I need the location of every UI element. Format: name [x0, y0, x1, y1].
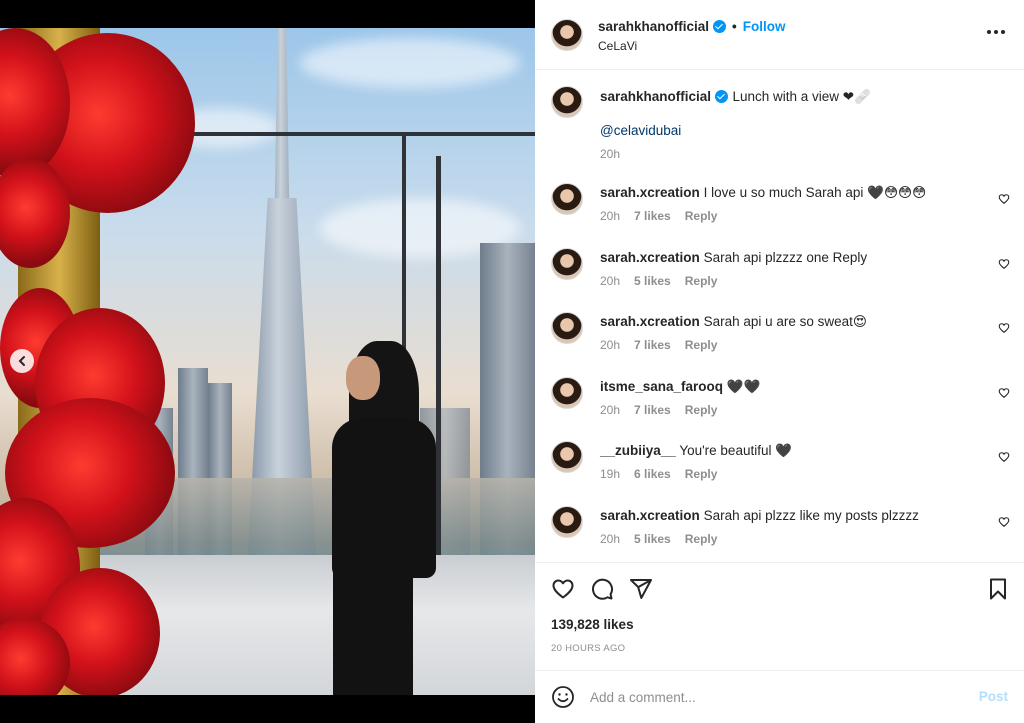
comment-text: 🖤🖤: [726, 378, 761, 394]
author-username[interactable]: sarahkhanofficial: [598, 19, 709, 34]
caption-line: sarahkhanofficial Lunch with a view ❤︎‍🩹: [600, 88, 871, 106]
comment-row: itsme_sana_farooq 🖤🖤 20h 7 likes Reply: [535, 376, 1024, 437]
post-header: sarahkhanofficial • Follow CeLaVi: [535, 0, 1024, 70]
commenter-username[interactable]: sarah.xcreation: [600, 250, 700, 265]
reply-button[interactable]: Reply: [685, 338, 718, 352]
person-legs: [333, 548, 413, 695]
post-photo[interactable]: [0, 28, 535, 695]
comment-text: Sarah api u are so sweat😍: [703, 314, 867, 330]
comment-heart-icon[interactable]: [998, 516, 1010, 528]
commenter-username[interactable]: sarah.xcreation: [600, 185, 700, 200]
comment-heart-icon[interactable]: [998, 387, 1010, 399]
comment-meta: 20h 7 likes Reply: [600, 403, 717, 417]
comment-row: sarah.xcreation I love u so much Sarah a…: [535, 183, 1024, 243]
comments-section[interactable]: sarahkhanofficial Lunch with a view ❤︎‍🩹…: [535, 71, 1024, 561]
comment-line: sarah.xcreation Sarah api plzzzz one Rep…: [600, 250, 867, 265]
comment-meta: 20h 5 likes Reply: [600, 274, 717, 288]
comment-likes[interactable]: 7 likes: [634, 403, 671, 417]
reply-button[interactable]: Reply: [685, 274, 718, 288]
comment-meta: 20h 5 likes Reply: [600, 532, 717, 546]
comment-likes[interactable]: 5 likes: [634, 532, 671, 546]
comment-time[interactable]: 20h: [600, 403, 620, 417]
previous-slide-button[interactable]: [10, 349, 34, 373]
commenter-avatar[interactable]: [551, 376, 583, 409]
caption-avatar[interactable]: [551, 86, 583, 118]
comment-time[interactable]: 20h: [600, 532, 620, 546]
chevron-left-icon: [18, 356, 25, 366]
comment-row: sarah.xcreation Sarah api u are so sweat…: [535, 312, 1024, 372]
comment-line: itsme_sana_farooq 🖤🖤: [600, 379, 760, 395]
reply-button[interactable]: Reply: [685, 467, 718, 481]
comment-line: __zubiiya__ You're beautiful 🖤: [600, 443, 792, 459]
comment-text: You're beautiful 🖤: [679, 443, 793, 459]
cloud: [300, 38, 520, 88]
comment-text: I love u so much Sarah api 🖤😳😳😳: [703, 185, 927, 200]
comment-heart-icon[interactable]: [998, 258, 1010, 270]
caption-text: Lunch with a view ❤︎‍🩹: [732, 89, 871, 104]
reply-button[interactable]: Reply: [685, 532, 718, 546]
emoji-icon[interactable]: [551, 685, 575, 709]
instagram-post-modal: sarahkhanofficial • Follow CeLaVi sarahkha…: [0, 0, 1024, 723]
person-face: [346, 356, 380, 400]
follow-button[interactable]: Follow: [743, 19, 786, 34]
verified-icon: [713, 20, 727, 33]
post-actions: 139,828 likes 20 HOURS AGO: [535, 562, 1024, 670]
comment-line: sarah.xcreation Sarah api plzzz like my …: [600, 508, 919, 523]
caption-mention[interactable]: @celavidubai: [600, 123, 681, 138]
commenter-username[interactable]: __zubiiya__: [600, 443, 676, 458]
comment-row: sarah.xcreation Sarah api plzzz like my …: [535, 506, 1024, 561]
railing: [185, 132, 535, 136]
post-location[interactable]: CeLaVi: [598, 39, 637, 53]
author-avatar[interactable]: [551, 19, 583, 51]
more-icon: [987, 30, 1005, 34]
commenter-username[interactable]: sarah.xcreation: [600, 508, 700, 523]
heart-icon[interactable]: [551, 577, 575, 601]
commenter-avatar[interactable]: [551, 441, 583, 474]
bookmark-icon[interactable]: [986, 577, 1010, 601]
reply-button[interactable]: Reply: [685, 403, 718, 417]
comment-meta: 20h 7 likes Reply: [600, 338, 717, 352]
comment-heart-icon[interactable]: [998, 193, 1010, 205]
more-options-button[interactable]: [986, 24, 1006, 35]
comment-heart-icon[interactable]: [998, 451, 1010, 463]
separator: •: [732, 19, 737, 34]
comment-text: Sarah api plzzz like my posts plzzzz: [703, 508, 919, 523]
comment-input[interactable]: [590, 685, 950, 709]
share-icon[interactable]: [629, 577, 653, 601]
comment-text: Sarah api plzzzz one Reply: [703, 249, 868, 265]
caption-username[interactable]: sarahkhanofficial: [600, 89, 711, 104]
comment-time[interactable]: 20h: [600, 209, 620, 223]
comment-meta: 19h 6 likes Reply: [600, 467, 717, 481]
post-details-panel: sarahkhanofficial • Follow CeLaVi sarahkha…: [535, 0, 1024, 723]
commenter-avatar[interactable]: [551, 506, 583, 538]
comment-likes[interactable]: 7 likes: [634, 209, 671, 223]
commenter-username[interactable]: itsme_sana_farooq: [600, 379, 723, 394]
reply-button[interactable]: Reply: [685, 209, 718, 223]
commenter-username[interactable]: sarah.xcreation: [600, 314, 700, 329]
commenter-avatar[interactable]: [551, 312, 583, 345]
caption-time: 20h: [600, 147, 621, 161]
post-timestamp[interactable]: 20 HOURS AGO: [551, 643, 625, 654]
post-comment-button[interactable]: Post: [979, 689, 1008, 704]
comment-line: sarah.xcreation Sarah api u are so sweat…: [600, 314, 867, 330]
commenter-avatar[interactable]: [551, 247, 583, 280]
comment-time[interactable]: 20h: [600, 274, 620, 288]
comment-meta: 20h 7 likes Reply: [600, 209, 717, 223]
commenter-avatar[interactable]: [551, 183, 583, 215]
add-comment-bar: Post: [535, 670, 1024, 723]
comment-likes[interactable]: 5 likes: [634, 274, 671, 288]
comment-likes[interactable]: 7 likes: [634, 338, 671, 352]
comment-time[interactable]: 19h: [600, 467, 620, 481]
verified-icon: [715, 90, 729, 103]
comment-icon[interactable]: [590, 577, 614, 601]
comment-row: __zubiiya__ You're beautiful 🖤 19h 6 likes…: [535, 441, 1024, 501]
post-author: sarahkhanofficial • Follow: [598, 19, 786, 34]
comment-likes[interactable]: 6 likes: [634, 467, 671, 481]
likes-count[interactable]: 139,828 likes: [551, 617, 634, 632]
comment-row: sarah.xcreation Sarah api plzzzz one Rep…: [535, 247, 1024, 308]
comment-heart-icon[interactable]: [998, 322, 1010, 334]
comment-line: sarah.xcreation I love u so much Sarah a…: [600, 185, 926, 201]
comment-time[interactable]: 20h: [600, 338, 620, 352]
